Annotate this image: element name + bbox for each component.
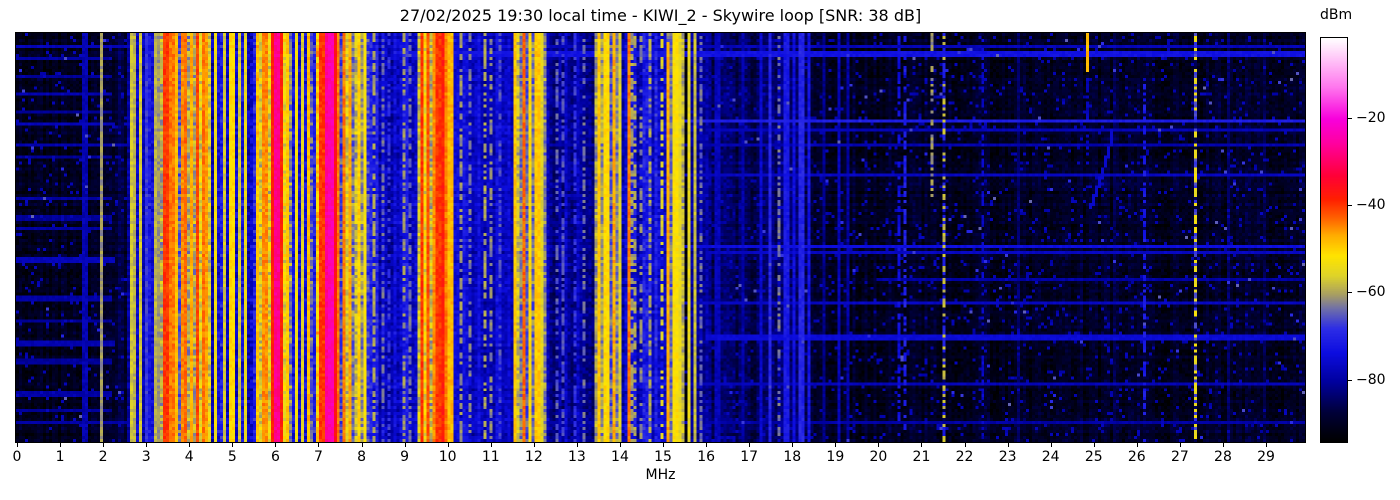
- x-tick-label: 18: [783, 449, 802, 465]
- x-axis-label: MHz: [645, 467, 676, 483]
- x-tick-mark: [792, 443, 794, 447]
- x-tick-mark: [706, 443, 708, 447]
- x-tick-mark: [189, 443, 191, 447]
- x-tick-mark: [1266, 443, 1268, 447]
- x-tick-label: 17: [740, 449, 759, 465]
- x-tick-label: 24: [1041, 449, 1060, 465]
- x-tick-label: 25: [1084, 449, 1103, 465]
- spectrogram-canvas: [16, 33, 1305, 442]
- x-tick-mark: [1050, 443, 1052, 447]
- x-tick-mark: [878, 443, 880, 447]
- x-tick-label: 13: [567, 449, 586, 465]
- x-tick-label: 28: [1214, 449, 1232, 465]
- x-tick-label: 6: [270, 449, 280, 465]
- x-tick-mark: [619, 443, 621, 447]
- colorbar-tick-label: −80: [1356, 371, 1386, 388]
- x-tick-mark: [318, 443, 320, 447]
- x-tick-label: 26: [1127, 449, 1146, 465]
- colorbar-tick-label: −60: [1356, 284, 1386, 301]
- x-tick-mark: [749, 443, 751, 447]
- x-tick-label: 22: [955, 449, 974, 465]
- x-tick-mark: [17, 443, 18, 447]
- x-tick-label: 11: [481, 449, 500, 465]
- x-tick-label: 29: [1257, 449, 1275, 465]
- colorbar-tick-mark: [1348, 205, 1352, 207]
- x-tick-label: 5: [227, 449, 237, 465]
- x-tick-label: 9: [400, 449, 410, 465]
- x-tick-mark: [576, 443, 578, 447]
- x-tick-mark: [835, 443, 837, 447]
- x-tick-mark: [404, 443, 406, 447]
- x-tick-mark: [232, 443, 234, 447]
- x-tick-label: 15: [654, 449, 672, 465]
- plot-area: [15, 32, 1306, 443]
- x-tick-mark: [1093, 443, 1095, 447]
- x-tick-label: 4: [184, 449, 194, 465]
- x-tick-mark: [663, 443, 665, 447]
- x-tick-mark: [1222, 443, 1224, 447]
- x-tick-label: 19: [826, 449, 845, 465]
- x-tick-label: 0: [12, 449, 22, 465]
- x-tick-mark: [275, 443, 277, 447]
- colorbar-tick-label: −40: [1356, 197, 1386, 214]
- x-tick-label: 2: [98, 449, 108, 465]
- x-tick-mark: [533, 443, 535, 447]
- x-tick-label: 27: [1170, 449, 1189, 465]
- x-tick-label: 7: [314, 449, 323, 465]
- colorbar-tick-mark: [1348, 118, 1352, 120]
- x-tick-mark: [490, 443, 492, 447]
- colorbar-label: dBm: [1320, 7, 1353, 23]
- x-tick-mark: [964, 443, 966, 447]
- x-tick-label: 10: [438, 449, 457, 465]
- x-tick-label: 16: [697, 449, 716, 465]
- x-tick-mark: [1007, 443, 1009, 447]
- x-tick-label: 8: [357, 449, 367, 465]
- x-tick-label: 14: [611, 449, 629, 465]
- spectrogram-figure: 27/02/2025 19:30 local time - KIWI_2 - S…: [0, 0, 1400, 500]
- x-tick-mark: [447, 443, 449, 447]
- x-tick-mark: [103, 443, 105, 447]
- x-tick-mark: [1179, 443, 1181, 447]
- chart-title: 27/02/2025 19:30 local time - KIWI_2 - S…: [399, 6, 922, 25]
- colorbar-tick-mark: [1348, 292, 1352, 294]
- x-tick-label: 21: [912, 449, 931, 465]
- x-tick-mark: [921, 443, 923, 447]
- x-tick-mark: [146, 443, 148, 447]
- colorbar-tick-mark: [1348, 379, 1352, 381]
- colorbar-gradient-canvas: [1321, 38, 1347, 442]
- x-tick-label: 1: [55, 449, 65, 465]
- x-tick-label: 12: [524, 449, 543, 465]
- colorbar: [1320, 37, 1348, 443]
- x-tick-label: 3: [141, 449, 151, 465]
- x-tick-mark: [361, 443, 363, 447]
- x-tick-mark: [1136, 443, 1138, 447]
- x-tick-label: 23: [998, 449, 1017, 465]
- x-tick-label: 20: [869, 449, 888, 465]
- colorbar-tick-label: −20: [1356, 110, 1386, 127]
- x-tick-mark: [60, 443, 62, 447]
